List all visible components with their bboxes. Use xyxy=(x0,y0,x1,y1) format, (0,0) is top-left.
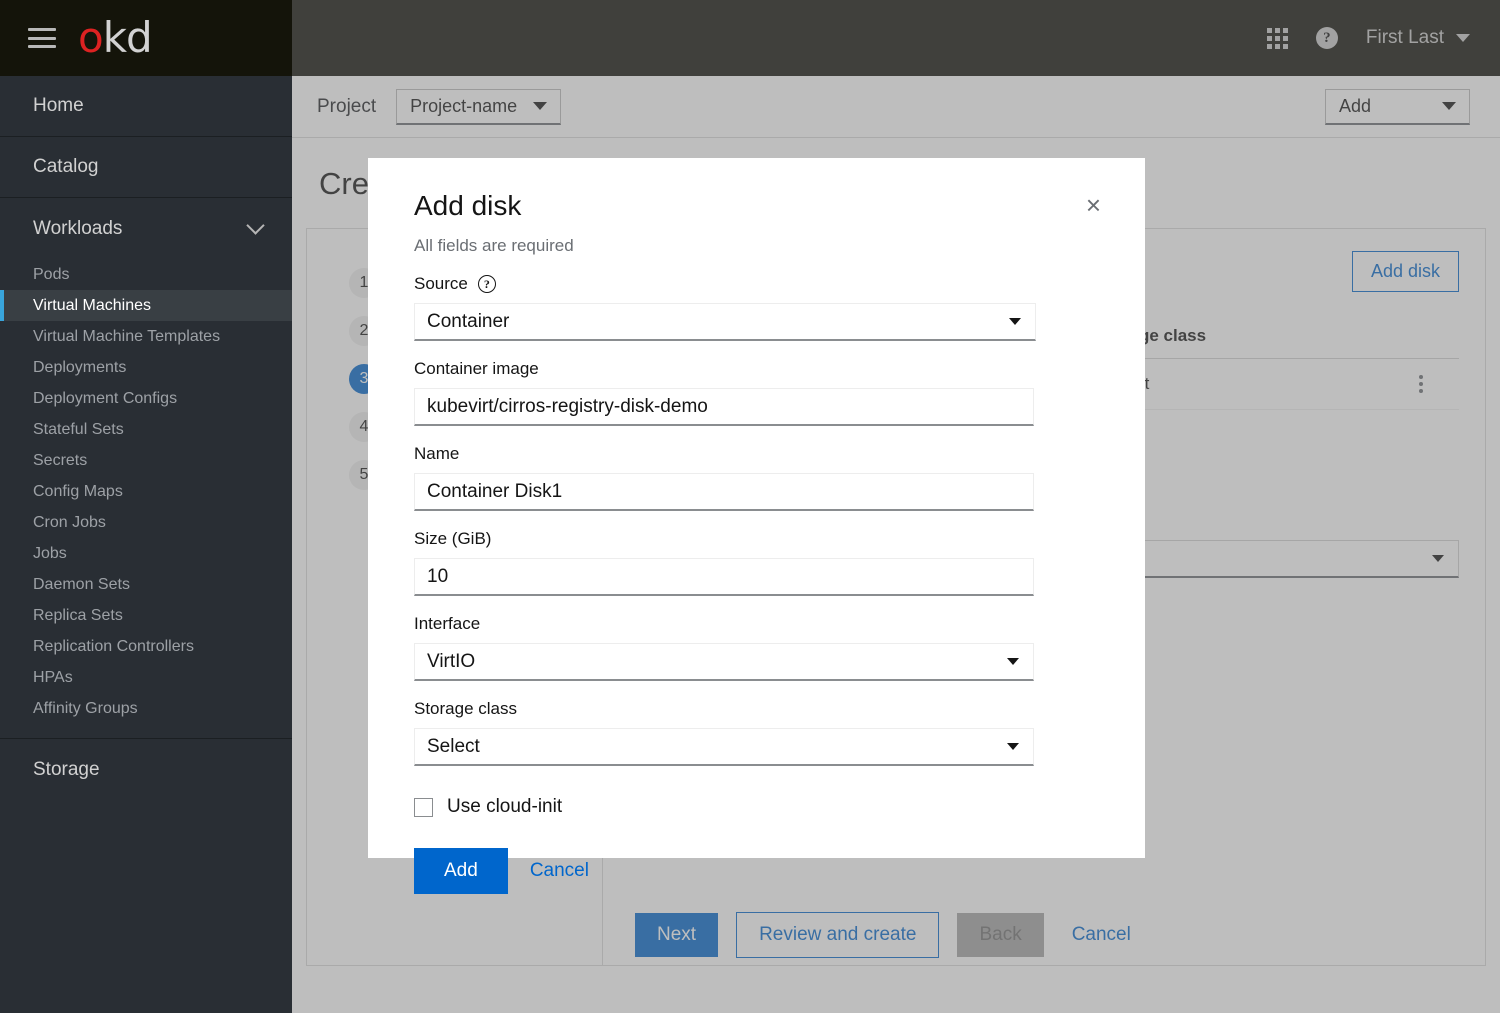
use-cloud-init-label: Use cloud-init xyxy=(447,796,563,817)
sidebar-group-label: Storage xyxy=(33,758,100,780)
sidebar-item-label: Catalog xyxy=(33,156,99,177)
modal-cancel-button[interactable]: Cancel xyxy=(520,849,599,893)
interface-select-value: VirtIO xyxy=(427,650,476,672)
field-label-container-image: Container image xyxy=(414,359,1107,379)
sidebar-item-pods[interactable]: Pods xyxy=(0,259,292,290)
field-label-interface: Interface xyxy=(414,614,1107,634)
sidebar-item-label: Virtual Machines xyxy=(33,296,151,314)
sidebar-group-storage[interactable]: Storage xyxy=(0,739,292,800)
field-storage-class: Storage class Select xyxy=(414,699,1107,766)
source-select-value: Container xyxy=(427,310,510,332)
sidebar-item-virtual-machine-templates[interactable]: Virtual Machine Templates xyxy=(0,321,292,352)
field-label-name: Name xyxy=(414,444,1107,464)
modal-actions: Add Cancel xyxy=(414,848,1107,894)
sidebar-item-deployment-configs[interactable]: Deployment Configs xyxy=(0,383,292,414)
sidebar-item-label: Jobs xyxy=(33,544,67,562)
modal-subtitle: All fields are required xyxy=(414,236,574,255)
container-image-input[interactable]: kubevirt/cirros-registry-disk-demo xyxy=(414,388,1034,426)
sidebar-item-label: Pods xyxy=(33,265,70,283)
label-text: Name xyxy=(414,444,460,463)
source-select[interactable]: Container xyxy=(414,303,1036,341)
sidebar-item-virtual-machines[interactable]: Virtual Machines xyxy=(0,290,292,321)
field-label-source: Source ? xyxy=(414,274,1107,294)
chevron-down-icon xyxy=(246,216,265,235)
sidebar-workloads-items: Pods Virtual Machines Virtual Machine Te… xyxy=(0,259,292,738)
masthead-brand-area: okd xyxy=(0,0,292,76)
okd-logo[interactable]: okd xyxy=(78,17,153,59)
label-text: Interface xyxy=(414,614,481,633)
sidebar-item-label: Replica Sets xyxy=(33,606,123,624)
chevron-down-icon xyxy=(1009,318,1021,325)
use-cloud-init-row[interactable]: Use cloud-init xyxy=(414,796,1107,818)
sidebar-item-label: Replication Controllers xyxy=(33,637,194,655)
sidebar-item-replication-controllers[interactable]: Replication Controllers xyxy=(0,631,292,662)
use-cloud-init-checkbox[interactable] xyxy=(414,797,433,817)
sidebar-item-cron-jobs[interactable]: Cron Jobs xyxy=(0,507,292,538)
sidebar-item-label: Secrets xyxy=(33,451,88,469)
sidebar-item-config-maps[interactable]: Config Maps xyxy=(0,476,292,507)
close-icon[interactable]: × xyxy=(1080,190,1107,220)
sidebar-item-home[interactable]: Home xyxy=(0,76,292,137)
sidebar-item-label: Affinity Groups xyxy=(33,699,138,717)
field-size: Size (GiB) 10 xyxy=(414,529,1107,596)
sidebar-item-catalog[interactable]: Catalog xyxy=(0,137,292,198)
label-text: Container image xyxy=(414,359,539,378)
sidebar-item-label: HPAs xyxy=(33,668,73,686)
sidebar-item-label: Config Maps xyxy=(33,482,123,500)
sidebar-item-hpas[interactable]: HPAs xyxy=(0,662,292,693)
logo-letters-kd: kd xyxy=(102,13,153,62)
hamburger-bar xyxy=(28,28,56,31)
field-interface: Interface VirtIO xyxy=(414,614,1107,681)
label-text: Size (GiB) xyxy=(414,529,492,548)
sidebar-item-label: Deployments xyxy=(33,358,127,376)
sidebar-navigation: Home Catalog Workloads Pods Virtual Mach… xyxy=(0,76,292,1013)
storage-class-select-value: Select xyxy=(427,735,480,757)
sidebar-item-daemon-sets[interactable]: Daemon Sets xyxy=(0,569,292,600)
sidebar-item-label: Stateful Sets xyxy=(33,420,124,438)
field-label-size: Size (GiB) xyxy=(414,529,1107,549)
chevron-down-icon xyxy=(1007,658,1019,665)
sidebar-item-jobs[interactable]: Jobs xyxy=(0,538,292,569)
field-container-image: Container image kubevirt/cirros-registry… xyxy=(414,359,1107,426)
modal-title: Add disk xyxy=(414,190,522,221)
modal-header: Add disk × xyxy=(414,190,1107,222)
storage-class-select[interactable]: Select xyxy=(414,728,1034,766)
sidebar-group-workloads[interactable]: Workloads xyxy=(0,198,292,259)
hamburger-menu-icon[interactable] xyxy=(28,28,56,48)
help-icon[interactable]: ? xyxy=(477,275,496,293)
interface-select[interactable]: VirtIO xyxy=(414,643,1034,681)
hamburger-bar xyxy=(28,36,56,40)
size-input[interactable]: 10 xyxy=(414,558,1034,596)
logo-letter-o: o xyxy=(78,13,104,62)
sidebar-item-label: Home xyxy=(33,95,84,116)
sidebar-item-stateful-sets[interactable]: Stateful Sets xyxy=(0,414,292,445)
field-source: Source ? Container xyxy=(414,274,1107,341)
sidebar-item-label: Virtual Machine Templates xyxy=(33,327,221,345)
sidebar-item-label: Deployment Configs xyxy=(33,389,178,407)
chevron-down-icon xyxy=(1007,743,1019,750)
label-text: Storage class xyxy=(414,699,517,718)
okd-console: okd ? First Last Home Catalog Workloads xyxy=(0,0,1500,1013)
add-button[interactable]: Add xyxy=(414,848,508,894)
sidebar-item-affinity-groups[interactable]: Affinity Groups xyxy=(0,693,292,724)
sidebar-item-secrets[interactable]: Secrets xyxy=(0,445,292,476)
sidebar-item-replica-sets[interactable]: Replica Sets xyxy=(0,600,292,631)
sidebar-group-label: Workloads xyxy=(33,217,123,239)
sidebar-item-deployments[interactable]: Deployments xyxy=(0,352,292,383)
add-disk-modal: Add disk × All fields are required Sourc… xyxy=(368,158,1145,894)
name-input[interactable]: Container Disk1 xyxy=(414,473,1034,511)
sidebar-item-label: Cron Jobs xyxy=(33,513,106,531)
label-text: Source xyxy=(414,274,468,293)
field-label-storage-class: Storage class xyxy=(414,699,1107,719)
field-name: Name Container Disk1 xyxy=(414,444,1107,511)
sidebar-item-label: Daemon Sets xyxy=(33,575,130,593)
hamburger-bar xyxy=(28,45,56,48)
